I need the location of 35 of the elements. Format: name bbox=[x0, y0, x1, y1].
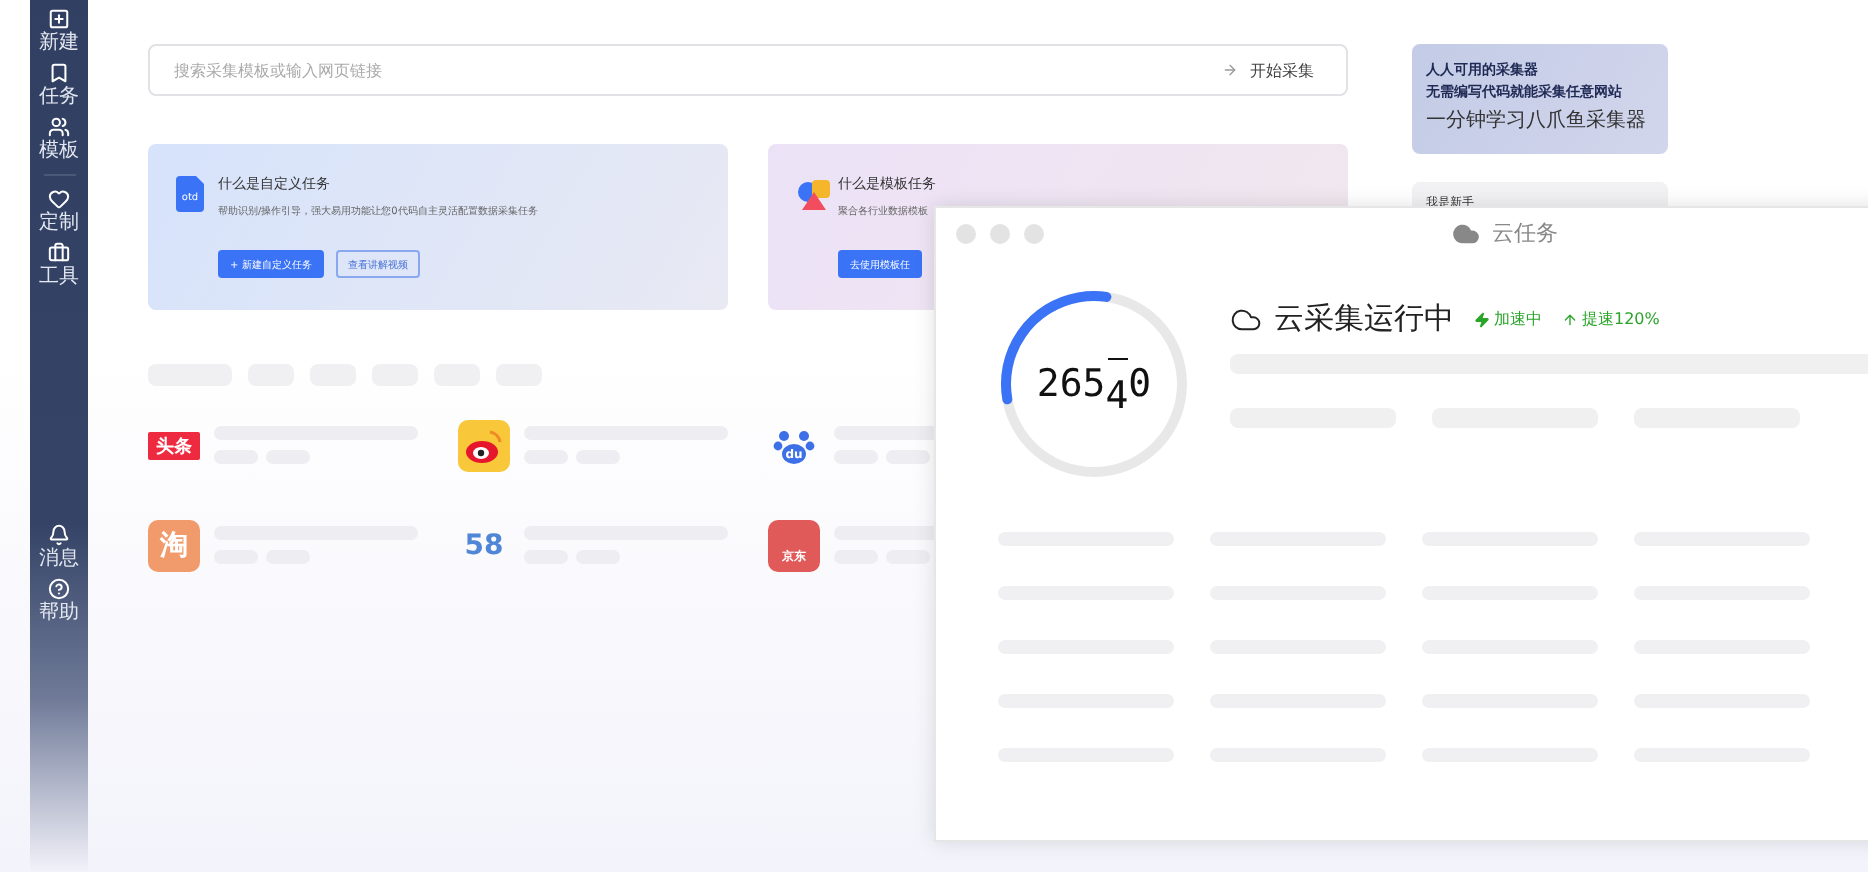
speed-label: 提速120% bbox=[1562, 308, 1660, 330]
bookmark-icon bbox=[48, 62, 70, 84]
briefcase-icon bbox=[48, 242, 70, 264]
heart-icon bbox=[48, 188, 70, 210]
shapes-icon bbox=[796, 176, 832, 212]
bell-icon bbox=[48, 524, 70, 546]
arrow-up-icon bbox=[1562, 311, 1578, 327]
sidebar-label[interactable]: 任务 bbox=[39, 86, 79, 108]
bolt-icon bbox=[1474, 311, 1490, 327]
sidebar-label[interactable]: 新建 bbox=[39, 32, 79, 54]
logo: 淘 bbox=[148, 520, 200, 572]
window-dot[interactable] bbox=[956, 224, 976, 244]
window-title: 云任务 bbox=[1492, 218, 1558, 248]
promo-caption: 一分钟学习八爪鱼采集器 bbox=[1426, 107, 1648, 134]
sidebar-label[interactable]: 帮助 bbox=[39, 602, 79, 624]
people-icon bbox=[48, 116, 70, 138]
logo: 58 bbox=[462, 528, 506, 566]
counter: 26540 bbox=[1034, 356, 1154, 422]
skeleton-bar bbox=[886, 450, 930, 464]
sidebar-label[interactable]: 消息 bbox=[39, 548, 79, 570]
sidebar-label[interactable]: 定制 bbox=[39, 212, 79, 234]
sidebar-label[interactable]: 模板 bbox=[39, 140, 79, 162]
window-dot[interactable] bbox=[1024, 224, 1044, 244]
plus-icon bbox=[48, 8, 70, 30]
cloud-icon bbox=[1452, 219, 1480, 247]
sidebar-label[interactable]: 工具 bbox=[39, 266, 79, 288]
search-field[interactable]: 搜索采集模板或输入网页链接 开始采集 bbox=[148, 44, 1348, 96]
start-button[interactable]: 开始采集 bbox=[1210, 59, 1326, 81]
speed-label: 加速中 bbox=[1474, 308, 1542, 330]
status-text: 云采集运行中 bbox=[1274, 300, 1454, 338]
arrow-icon bbox=[1222, 62, 1238, 78]
weibo-logo bbox=[458, 420, 510, 472]
logo: 头条 bbox=[148, 432, 200, 460]
window-dot[interactable] bbox=[990, 224, 1010, 244]
help-icon bbox=[48, 578, 70, 600]
